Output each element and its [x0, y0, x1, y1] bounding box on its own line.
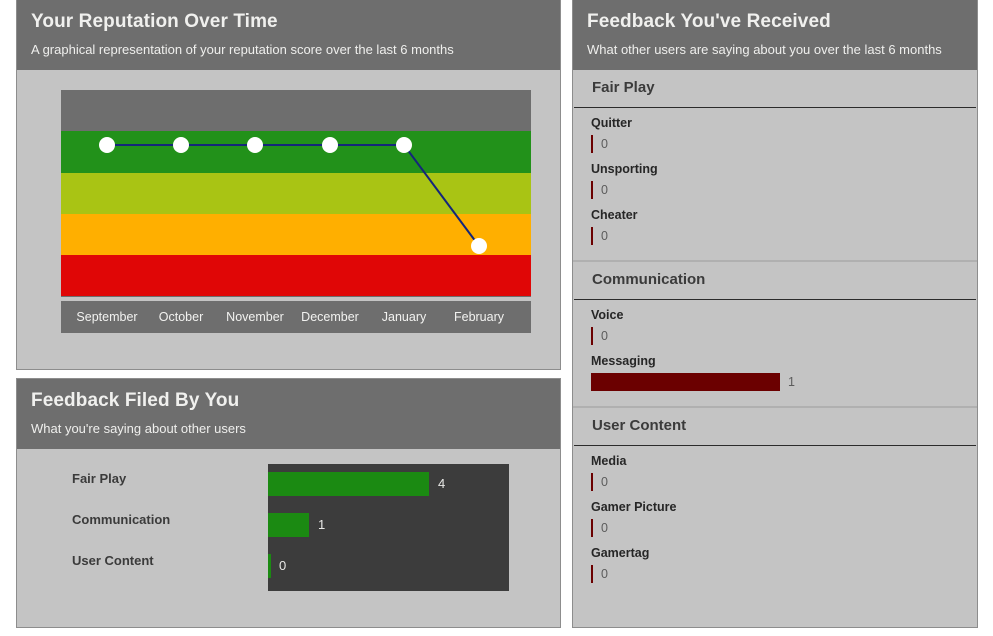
received-section-user-content: User Content Media 0 Gamer Picture 0 Gam…	[573, 408, 977, 598]
received-section-head-fair-play: Fair Play	[574, 70, 976, 108]
filed-category-label-fair-play: Fair Play	[72, 471, 127, 486]
reputation-dashboard: Your Reputation Over Time A graphical re…	[0, 0, 993, 636]
reputation-panel-body: September October November December Janu…	[17, 70, 560, 364]
filed-value-fair-play: 4	[438, 476, 446, 491]
reputation-panel-subtitle: A graphical representation of your reput…	[31, 42, 454, 57]
received-section-head-communication: Communication	[574, 262, 976, 300]
filed-panel-header: Feedback Filed By You What you're saying…	[17, 379, 560, 449]
received-panel-title: Feedback You've Received	[587, 11, 831, 32]
received-bar-voice	[591, 327, 593, 345]
received-items-communication: Voice 0 Messaging 1	[573, 300, 977, 406]
received-item-messaging: Messaging 1	[573, 352, 977, 392]
received-bar-media	[591, 473, 593, 491]
reputation-plot-area	[61, 90, 531, 297]
reputation-x-tick-2: November	[226, 310, 284, 324]
received-barrow-cheater: 0	[591, 226, 977, 246]
received-value-messaging: 1	[788, 375, 795, 389]
reputation-point-december	[322, 137, 338, 153]
received-value-cheater: 0	[601, 229, 608, 243]
received-item-gamertag: Gamertag 0	[573, 544, 977, 584]
reputation-x-tick-5: February	[453, 310, 505, 324]
reputation-point-october	[173, 137, 189, 153]
received-bar-gamer-picture	[591, 519, 593, 537]
reputation-over-time-panel: Your Reputation Over Time A graphical re…	[16, 0, 561, 370]
received-value-quitter: 0	[601, 137, 608, 151]
reputation-line-chart: September October November December Janu…	[61, 90, 531, 333]
received-item-label-messaging: Messaging	[591, 354, 656, 368]
reputation-point-february	[471, 238, 487, 254]
reputation-point-november	[247, 137, 263, 153]
filed-bar-fair-play	[268, 472, 429, 496]
received-value-gamertag: 0	[601, 567, 608, 581]
reputation-series-line	[107, 144, 480, 247]
feedback-filed-bar-chart: Fair Play Communication User Content 4 1…	[17, 449, 560, 625]
filed-category-label-user-content: User Content	[72, 553, 154, 568]
reputation-point-september	[99, 137, 115, 153]
filed-bar-user-content	[268, 554, 271, 578]
received-item-cheater: Cheater 0	[573, 206, 977, 246]
received-barrow-messaging: 1	[591, 372, 977, 392]
reputation-x-tick-4: January	[381, 310, 427, 324]
reputation-series-svg	[99, 137, 487, 254]
filed-value-user-content: 0	[279, 558, 287, 573]
received-value-gamer-picture: 0	[601, 521, 608, 535]
received-value-voice: 0	[601, 329, 608, 343]
received-section-title-communication: Communication	[592, 271, 706, 288]
received-barrow-gamer-picture: 0	[591, 518, 977, 538]
received-bar-unsporting	[591, 181, 593, 199]
filed-value-communication: 1	[318, 517, 326, 532]
received-item-label-quitter: Quitter	[591, 116, 632, 130]
reputation-point-january	[396, 137, 412, 153]
received-bar-messaging	[591, 373, 780, 391]
filed-category-label-communication: Communication	[72, 512, 171, 527]
reputation-x-tick-3: December	[301, 310, 359, 324]
received-bar-quitter	[591, 135, 593, 153]
received-item-quitter: Quitter 0	[573, 114, 977, 154]
reputation-x-tick-1: October	[158, 310, 204, 324]
received-item-label-cheater: Cheater	[591, 208, 638, 222]
received-section-fair-play: Fair Play Quitter 0 Unsporting 0 Cheater…	[573, 70, 977, 260]
filed-plot-area: 4 1 0	[268, 464, 509, 591]
reputation-panel-title: Your Reputation Over Time	[31, 11, 278, 32]
received-items-fair-play: Quitter 0 Unsporting 0 Cheater 0	[573, 108, 977, 260]
received-item-unsporting: Unsporting 0	[573, 160, 977, 200]
received-item-media: Media 0	[573, 452, 977, 492]
feedback-received-panel: Feedback You've Received What other user…	[572, 0, 978, 628]
received-panel-header: Feedback You've Received What other user…	[573, 0, 977, 70]
filed-panel-title: Feedback Filed By You	[31, 390, 240, 411]
reputation-x-axis: September October November December Janu…	[61, 301, 531, 333]
received-item-label-voice: Voice	[591, 308, 624, 322]
filed-bar-communication	[268, 513, 309, 537]
received-items-user-content: Media 0 Gamer Picture 0 Gamertag 0	[573, 446, 977, 598]
received-barrow-quitter: 0	[591, 134, 977, 154]
reputation-x-tick-0: September	[76, 310, 138, 324]
received-barrow-media: 0	[591, 472, 977, 492]
received-barrow-gamertag: 0	[591, 564, 977, 584]
received-bar-cheater	[591, 227, 593, 245]
received-barrow-unsporting: 0	[591, 180, 977, 200]
reputation-panel-header: Your Reputation Over Time A graphical re…	[17, 0, 560, 70]
received-value-unsporting: 0	[601, 183, 608, 197]
received-panel-subtitle: What other users are saying about you ov…	[587, 42, 942, 57]
received-item-label-gamertag: Gamertag	[591, 546, 650, 560]
received-section-head-user-content: User Content	[574, 408, 976, 446]
received-value-media: 0	[601, 475, 608, 489]
filed-panel-body: Fair Play Communication User Content 4 1…	[17, 449, 560, 625]
received-item-label-media: Media	[591, 454, 627, 468]
received-bar-gamertag	[591, 565, 593, 583]
received-item-gamer-picture: Gamer Picture 0	[573, 498, 977, 538]
received-barrow-voice: 0	[591, 326, 977, 346]
received-section-communication: Communication Voice 0 Messaging 1	[573, 262, 977, 406]
received-section-title-user-content: User Content	[592, 417, 687, 434]
received-panel-body: Fair Play Quitter 0 Unsporting 0 Cheater…	[573, 70, 977, 622]
filed-panel-subtitle: What you're saying about other users	[31, 421, 246, 436]
received-item-label-gamer-picture: Gamer Picture	[591, 500, 677, 514]
received-section-title-fair-play: Fair Play	[592, 79, 655, 96]
received-item-voice: Voice 0	[573, 306, 977, 346]
feedback-filed-panel: Feedback Filed By You What you're saying…	[16, 378, 561, 628]
received-item-label-unsporting: Unsporting	[591, 162, 658, 176]
